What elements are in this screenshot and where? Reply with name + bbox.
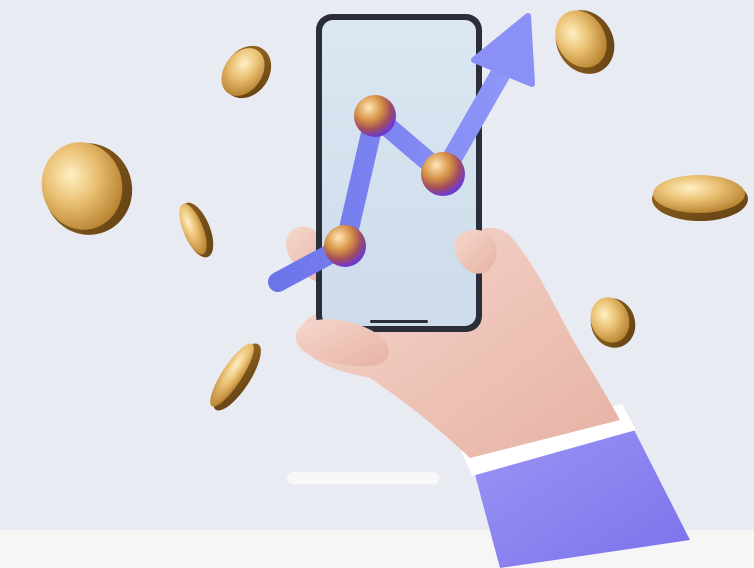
illustration-stage bbox=[0, 0, 754, 568]
coin-large-left bbox=[41, 142, 133, 235]
coin-small-right bbox=[590, 297, 636, 348]
page-indicator-pill bbox=[287, 472, 439, 484]
coin-top-left bbox=[221, 45, 272, 99]
coin-bottom-left bbox=[210, 343, 261, 411]
coin-small-left bbox=[179, 202, 214, 258]
coin-right bbox=[652, 175, 748, 221]
coin-top-right bbox=[555, 10, 615, 74]
